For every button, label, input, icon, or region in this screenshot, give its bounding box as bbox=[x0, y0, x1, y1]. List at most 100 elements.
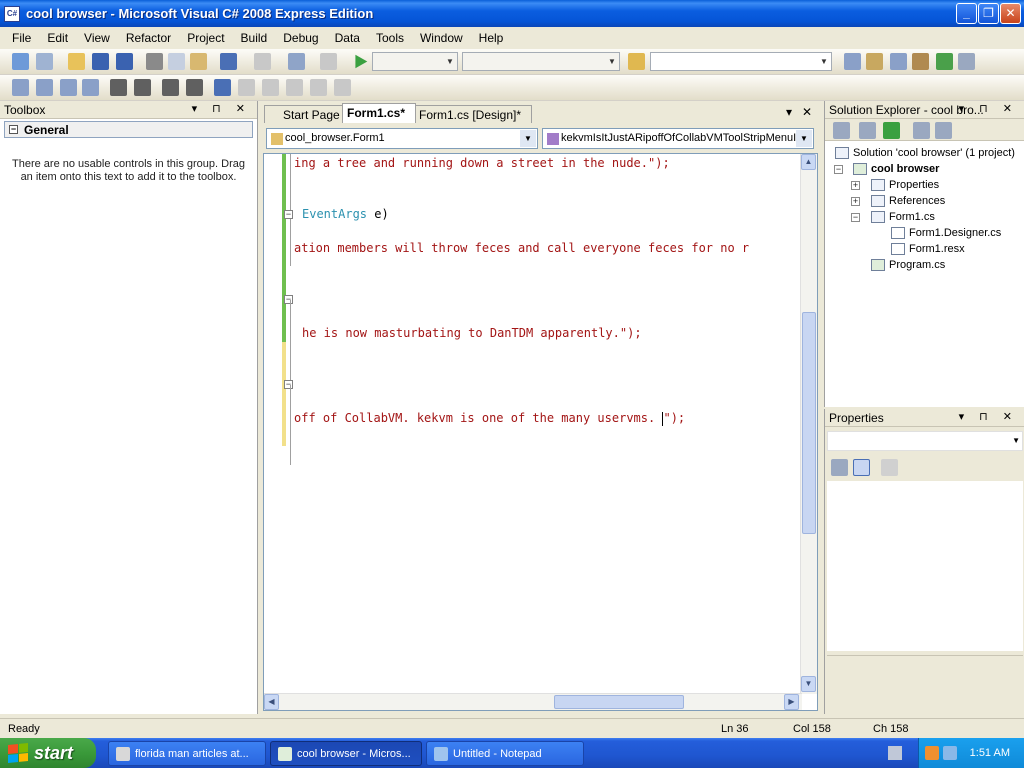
taskbar-item-browser[interactable]: florida man articles at... bbox=[108, 741, 266, 766]
menu-build[interactable]: Build bbox=[233, 31, 276, 45]
tree-item-form1[interactable]: Form1.cs bbox=[871, 209, 935, 225]
find-in-files-icon[interactable] bbox=[628, 53, 645, 70]
uncomment-icon[interactable] bbox=[186, 79, 203, 96]
scroll-up-icon[interactable]: ▲ bbox=[801, 154, 816, 170]
show-grid-icon[interactable] bbox=[12, 79, 29, 96]
show-all-files-icon[interactable] bbox=[859, 122, 876, 139]
alphabetical-icon[interactable] bbox=[853, 459, 870, 476]
properties-header-buttons[interactable]: ▾ ⊓ ✕ bbox=[959, 410, 1018, 423]
menu-view[interactable]: View bbox=[76, 31, 118, 45]
toolbox-header-buttons[interactable]: ▾ ⊓ ✕ bbox=[192, 102, 251, 115]
minimize-button[interactable]: _ bbox=[956, 3, 977, 24]
menu-refactor[interactable]: Refactor bbox=[118, 31, 179, 45]
scroll-down-icon[interactable]: ▼ bbox=[801, 676, 816, 692]
bookmark-icon[interactable] bbox=[214, 79, 231, 96]
previous-bookmark-folder-icon[interactable] bbox=[286, 79, 303, 96]
start-debugging-icon[interactable] bbox=[355, 54, 368, 69]
undo-icon[interactable] bbox=[220, 53, 237, 70]
copy-icon[interactable] bbox=[168, 53, 185, 70]
clear-bookmarks-icon[interactable] bbox=[334, 79, 351, 96]
tab-form1-cs[interactable]: Form1.cs* bbox=[342, 103, 417, 123]
menu-file[interactable]: File bbox=[4, 31, 39, 45]
taskbar-item-visual-csharp[interactable]: cool browser - Micros... bbox=[270, 741, 422, 766]
scroll-thumb[interactable] bbox=[802, 312, 816, 534]
tree-item-solution[interactable]: Solution 'cool browser' (1 project) bbox=[835, 145, 1015, 161]
paste-icon[interactable] bbox=[190, 53, 207, 70]
other-windows-icon[interactable] bbox=[958, 53, 975, 70]
tree-item-form1-designer[interactable]: Form1.Designer.cs bbox=[891, 225, 1001, 241]
tree-item-form1-resx[interactable]: Form1.resx bbox=[891, 241, 965, 257]
find-combo[interactable]: ▼ bbox=[650, 52, 832, 71]
class-combo[interactable]: cool_browser.Form1 ▼ bbox=[266, 128, 538, 149]
collapse-icon[interactable]: − bbox=[9, 125, 18, 134]
properties-window-icon[interactable] bbox=[866, 53, 883, 70]
cut-icon[interactable] bbox=[146, 53, 163, 70]
horizontal-scrollbar[interactable]: ◀ ▶ bbox=[264, 693, 802, 710]
code-editor[interactable]: − − − ing a tree and running down a stre… bbox=[263, 153, 818, 711]
text-format-icon[interactable] bbox=[82, 79, 99, 96]
indent-icon[interactable] bbox=[134, 79, 151, 96]
navigate-forward-icon[interactable] bbox=[320, 53, 337, 70]
new-project-icon[interactable] bbox=[12, 53, 29, 70]
tab-start-page[interactable]: Start Page bbox=[264, 105, 351, 123]
save-all-icon[interactable] bbox=[116, 53, 133, 70]
tree-item-program[interactable]: Program.cs bbox=[871, 257, 945, 273]
tree-item-properties[interactable]: Properties bbox=[871, 177, 939, 193]
keyboard-icon[interactable] bbox=[888, 746, 902, 760]
save-icon[interactable] bbox=[92, 53, 109, 70]
menu-edit[interactable]: Edit bbox=[39, 31, 76, 45]
start-button[interactable]: start bbox=[0, 738, 96, 768]
next-bookmark-folder-icon[interactable] bbox=[310, 79, 327, 96]
expand-icon[interactable]: + bbox=[851, 197, 860, 206]
collapse-icon[interactable]: − bbox=[284, 295, 293, 304]
menu-tools[interactable]: Tools bbox=[368, 31, 412, 45]
view-designer-icon[interactable] bbox=[935, 122, 952, 139]
menu-debug[interactable]: Debug bbox=[275, 31, 326, 45]
taskbar-item-notepad[interactable]: Untitled - Notepad bbox=[426, 741, 584, 766]
snap-to-grid-icon[interactable] bbox=[36, 79, 53, 96]
scroll-right-icon[interactable]: ▶ bbox=[784, 694, 799, 710]
redo-icon[interactable] bbox=[254, 53, 271, 70]
tree-item-project[interactable]: cool browser bbox=[853, 161, 939, 177]
menu-help[interactable]: Help bbox=[471, 31, 512, 45]
properties-icon[interactable] bbox=[833, 122, 850, 139]
object-browser-icon[interactable] bbox=[890, 53, 907, 70]
expand-icon[interactable]: + bbox=[851, 181, 860, 190]
vertical-scrollbar[interactable]: ▲ ▼ bbox=[800, 154, 817, 694]
outdent-icon[interactable] bbox=[110, 79, 127, 96]
collapse-icon[interactable]: − bbox=[851, 213, 860, 222]
open-file-icon[interactable] bbox=[68, 53, 85, 70]
view-code-icon[interactable] bbox=[913, 122, 930, 139]
menu-data[interactable]: Data bbox=[327, 31, 368, 45]
close-button[interactable]: ✕ bbox=[1000, 3, 1021, 24]
refresh-icon[interactable] bbox=[883, 122, 900, 139]
toolbox-window-icon[interactable] bbox=[912, 53, 929, 70]
volume-icon[interactable] bbox=[943, 746, 957, 760]
tab-list-dropdown[interactable]: ▾ bbox=[786, 105, 792, 119]
start-page-icon[interactable] bbox=[936, 53, 953, 70]
close-document-icon[interactable]: ✕ bbox=[802, 105, 812, 119]
property-grid[interactable] bbox=[827, 481, 1023, 651]
object-selector[interactable]: ▼ bbox=[827, 431, 1023, 451]
menu-project[interactable]: Project bbox=[179, 31, 232, 45]
tree-item-references[interactable]: References bbox=[871, 193, 945, 209]
add-item-icon[interactable] bbox=[36, 53, 53, 70]
scroll-thumb[interactable] bbox=[554, 695, 684, 709]
collapse-icon[interactable]: − bbox=[284, 380, 293, 389]
menu-window[interactable]: Window bbox=[412, 31, 471, 45]
solution-explorer-header-buttons[interactable]: ▾ ⊓ ✕ bbox=[959, 102, 1018, 115]
toolbox-group-general[interactable]: − General bbox=[4, 121, 253, 138]
maximize-button[interactable]: ❐ bbox=[978, 3, 999, 24]
find-icon[interactable] bbox=[844, 53, 861, 70]
collapse-icon[interactable]: − bbox=[284, 210, 293, 219]
categorized-icon[interactable] bbox=[831, 459, 848, 476]
next-bookmark-icon[interactable] bbox=[262, 79, 279, 96]
scroll-left-icon[interactable]: ◀ bbox=[264, 694, 279, 710]
tab-form1-design[interactable]: Form1.cs [Design]* bbox=[408, 105, 533, 123]
collapse-icon[interactable]: − bbox=[834, 165, 843, 174]
previous-bookmark-icon[interactable] bbox=[238, 79, 255, 96]
navigate-back-icon[interactable] bbox=[288, 53, 305, 70]
network-icon[interactable] bbox=[925, 746, 939, 760]
member-combo[interactable]: kekvmIsItJustARipoffOfCollabVMToolStripM… bbox=[542, 128, 814, 149]
pointer-icon[interactable] bbox=[60, 79, 77, 96]
